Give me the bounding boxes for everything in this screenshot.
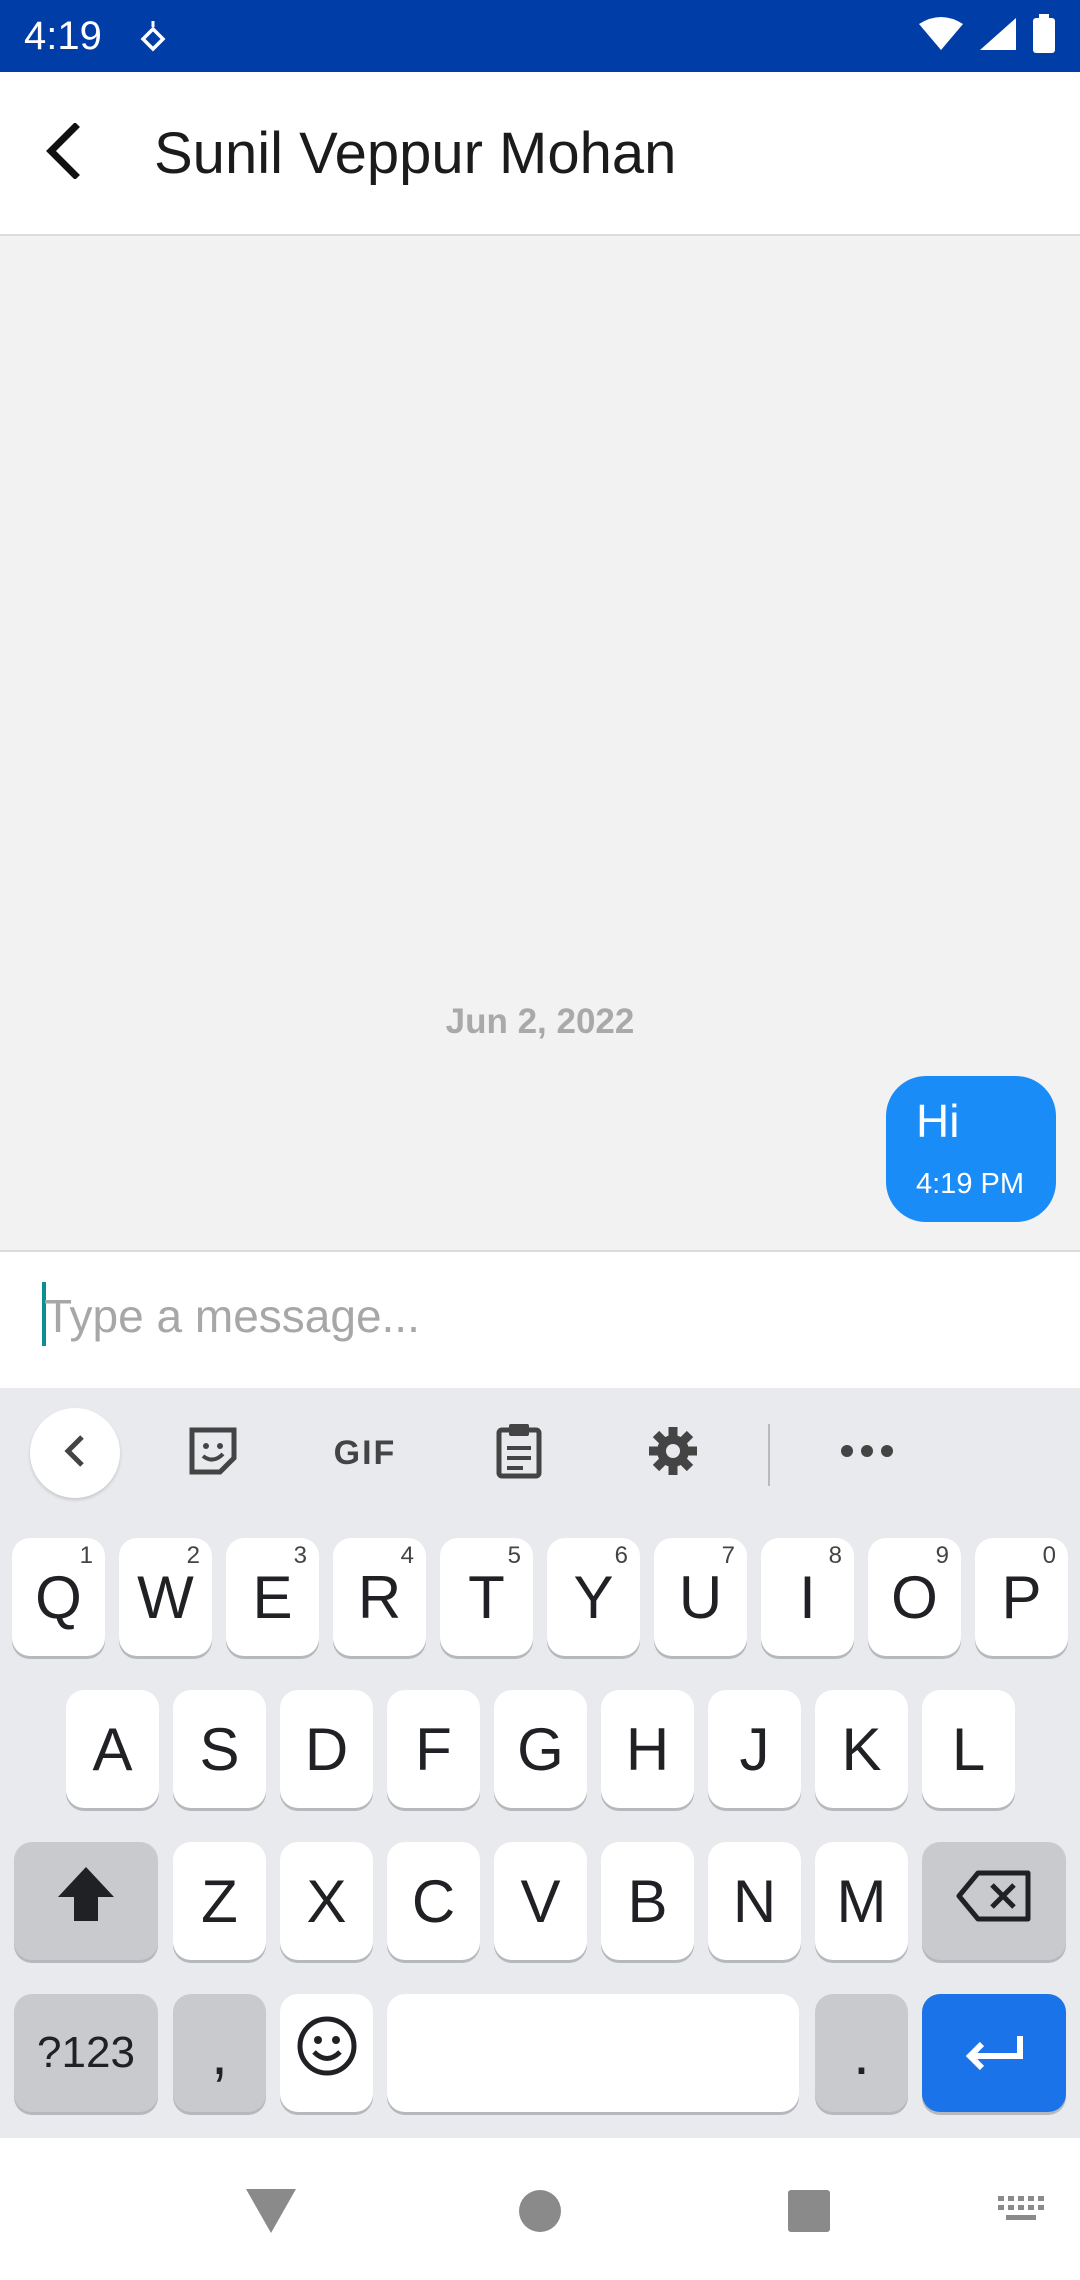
app-bar: Sunil Veppur Mohan xyxy=(0,72,1080,236)
battery-icon xyxy=(1032,13,1056,59)
key-d[interactable]: D xyxy=(280,1690,373,1808)
key-w[interactable]: W2 xyxy=(119,1538,212,1656)
navigation-bar xyxy=(0,2138,1080,2280)
enter-key[interactable] xyxy=(922,1994,1066,2112)
key-j[interactable]: J xyxy=(708,1690,801,1808)
backspace-key[interactable] xyxy=(922,1842,1066,1960)
key-o[interactable]: O9 xyxy=(868,1538,961,1656)
key-b[interactable]: B xyxy=(601,1842,694,1960)
recents-square-icon xyxy=(786,2188,832,2239)
key-c[interactable]: C xyxy=(387,1842,480,1960)
key-n[interactable]: N xyxy=(708,1842,801,1960)
back-button[interactable] xyxy=(8,98,118,208)
key-y[interactable]: Y6 xyxy=(547,1538,640,1656)
nav-back-button[interactable] xyxy=(236,2178,306,2248)
home-circle-icon xyxy=(517,2188,563,2239)
clipboard-icon xyxy=(495,1422,543,1485)
notification-icon xyxy=(140,19,166,53)
chat-area[interactable]: Jun 2, 2022 Hi 4:19 PM xyxy=(0,236,1080,1250)
key-a[interactable]: A xyxy=(66,1690,159,1808)
key-x[interactable]: X xyxy=(280,1842,373,1960)
keyboard-switch-icon xyxy=(996,2194,1046,2233)
shift-icon xyxy=(56,1865,116,1937)
key-i[interactable]: I8 xyxy=(761,1538,854,1656)
collapse-icon xyxy=(60,1433,90,1474)
status-time: 4:19 xyxy=(24,13,102,58)
status-bar: 4:19 xyxy=(0,0,1080,72)
key-h[interactable]: H xyxy=(601,1690,694,1808)
period-key[interactable]: . xyxy=(815,1994,908,2112)
key-z[interactable]: Z xyxy=(173,1842,266,1960)
key-r[interactable]: R4 xyxy=(333,1538,426,1656)
key-u[interactable]: U7 xyxy=(654,1538,747,1656)
emoji-key[interactable] xyxy=(280,1994,373,2112)
page-title: Sunil Veppur Mohan xyxy=(154,120,677,186)
space-key[interactable] xyxy=(387,1994,799,2112)
signal-icon xyxy=(978,16,1018,57)
clipboard-button[interactable] xyxy=(474,1408,564,1498)
toolbar-divider xyxy=(768,1424,770,1486)
gif-button[interactable]: GIF xyxy=(320,1408,410,1498)
message-text: Hi xyxy=(916,1095,960,1147)
settings-icon xyxy=(645,1423,701,1484)
settings-button[interactable] xyxy=(628,1408,718,1498)
collapse-button[interactable] xyxy=(30,1408,120,1498)
key-v[interactable]: V xyxy=(494,1842,587,1960)
message-bubble-outgoing[interactable]: Hi 4:19 PM xyxy=(886,1076,1056,1222)
keyboard-toolbar: GIF xyxy=(0,1388,1080,1518)
key-k[interactable]: K xyxy=(815,1690,908,1808)
emoji-icon xyxy=(296,2015,358,2091)
key-g[interactable]: G xyxy=(494,1690,587,1808)
key-m[interactable]: M xyxy=(815,1842,908,1960)
key-s[interactable]: S xyxy=(173,1690,266,1808)
key-f[interactable]: F xyxy=(387,1690,480,1808)
message-composer xyxy=(0,1250,1080,1388)
nav-recents-button[interactable] xyxy=(774,2178,844,2248)
shift-key[interactable] xyxy=(14,1842,158,1960)
sticker-button[interactable] xyxy=(168,1408,258,1498)
key-q[interactable]: Q1 xyxy=(12,1538,105,1656)
back-triangle-icon xyxy=(244,2187,298,2240)
key-e[interactable]: E3 xyxy=(226,1538,319,1656)
more-button[interactable] xyxy=(822,1408,912,1498)
message-time: 4:19 PM xyxy=(916,1168,1024,1200)
key-t[interactable]: T5 xyxy=(440,1538,533,1656)
backspace-icon xyxy=(956,1867,1032,1936)
nav-home-button[interactable] xyxy=(505,2178,575,2248)
enter-icon xyxy=(962,2019,1026,2088)
symbols-key[interactable]: ?123 xyxy=(14,1994,158,2112)
sticker-icon xyxy=(186,1424,240,1483)
key-l[interactable]: L xyxy=(922,1690,1015,1808)
message-input[interactable] xyxy=(44,1276,1044,1356)
keyboard-switch-button[interactable] xyxy=(986,2178,1056,2248)
date-separator: Jun 2, 2022 xyxy=(445,1002,635,1041)
comma-key[interactable]: , xyxy=(173,1994,266,2112)
key-p[interactable]: P0 xyxy=(975,1538,1068,1656)
keyboard: GIF Q 1 W 2 E 3 R 4 T 5 Y 6 U 7 I 8 O 9 … xyxy=(0,1388,1080,2138)
wifi-icon xyxy=(918,16,964,57)
more-icon xyxy=(840,1444,894,1463)
back-arrow-icon xyxy=(43,121,83,184)
gif-icon: GIF xyxy=(333,1433,397,1472)
